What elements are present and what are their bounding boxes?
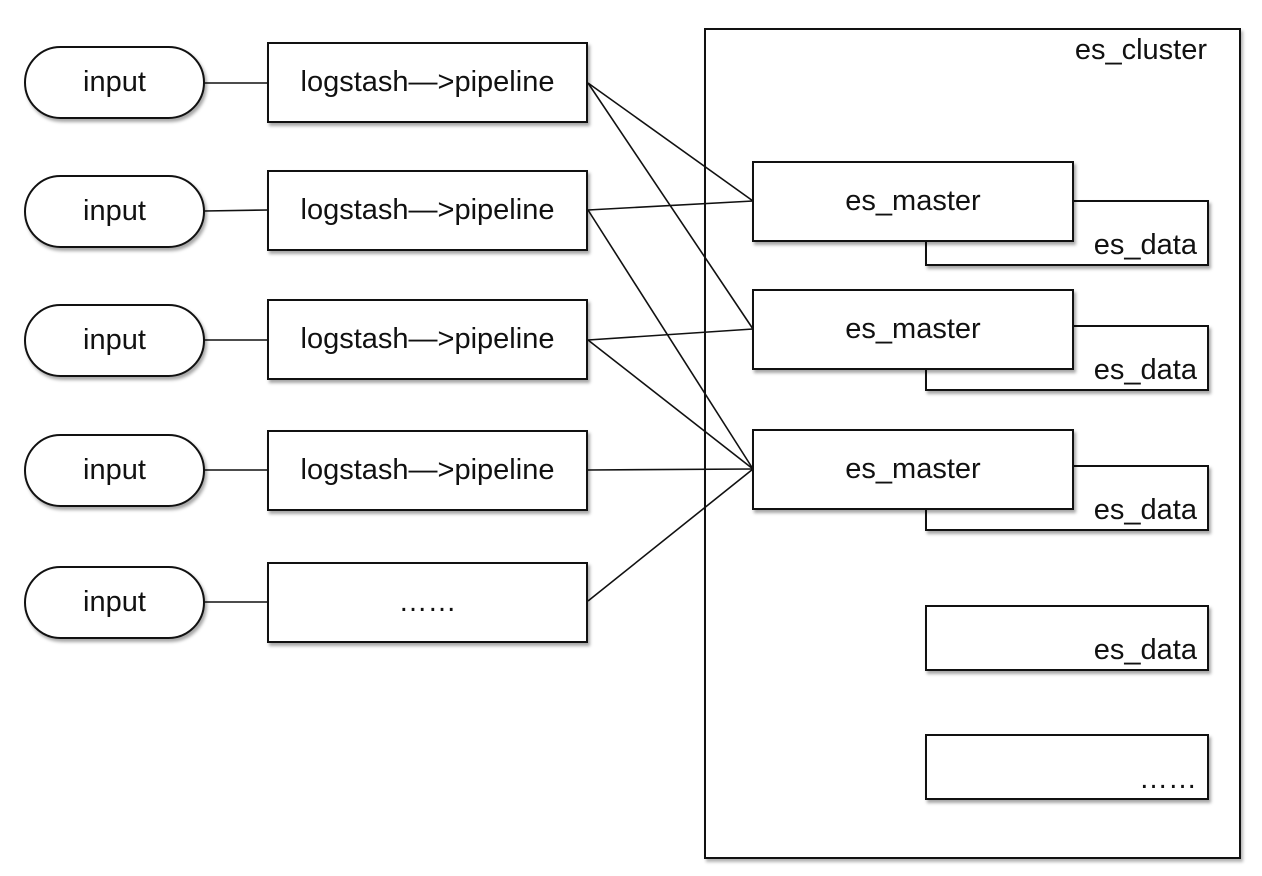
es-master-node-2[interactable]: es_master bbox=[752, 289, 1074, 370]
es-data-node-5[interactable]: …… bbox=[925, 734, 1209, 800]
es-master-node-1[interactable]: es_master bbox=[752, 161, 1074, 242]
es-master-label: es_master bbox=[845, 313, 981, 345]
es-data-label: es_data bbox=[1093, 229, 1197, 261]
pipeline-node-2[interactable]: logstash—>pipeline bbox=[267, 170, 588, 251]
input-node-5[interactable]: input bbox=[24, 566, 205, 639]
es-data-node-4[interactable]: es_data bbox=[925, 605, 1209, 671]
es-data-label: es_data bbox=[1093, 634, 1197, 666]
es-data-label: …… bbox=[1139, 763, 1197, 795]
pipeline-node-3[interactable]: logstash—>pipeline bbox=[267, 299, 588, 380]
pipeline-node-5[interactable]: …… bbox=[267, 562, 588, 643]
input-label: input bbox=[83, 66, 146, 98]
input-label: input bbox=[83, 586, 146, 618]
input-label: input bbox=[83, 324, 146, 356]
input-node-2[interactable]: input bbox=[24, 175, 205, 248]
input-node-3[interactable]: input bbox=[24, 304, 205, 377]
pipeline-node-4[interactable]: logstash—>pipeline bbox=[267, 430, 588, 511]
es-data-label: es_data bbox=[1093, 354, 1197, 386]
pipeline-label: logstash—>pipeline bbox=[300, 323, 555, 355]
input-node-4[interactable]: input bbox=[24, 434, 205, 507]
input-label: input bbox=[83, 195, 146, 227]
input-label: input bbox=[83, 454, 146, 486]
es-master-label: es_master bbox=[845, 453, 981, 485]
pipeline-label: logstash—>pipeline bbox=[300, 194, 555, 226]
es-cluster-label: es_cluster bbox=[1074, 34, 1207, 66]
pipeline-label: logstash—>pipeline bbox=[300, 66, 555, 98]
input-node-1[interactable]: input bbox=[24, 46, 205, 119]
es-master-node-3[interactable]: es_master bbox=[752, 429, 1074, 510]
pipeline-node-1[interactable]: logstash—>pipeline bbox=[267, 42, 588, 123]
es-data-label: es_data bbox=[1093, 494, 1197, 526]
edge-input-2-to-pipeline-2 bbox=[203, 209, 269, 212]
pipeline-label: …… bbox=[398, 586, 457, 618]
pipeline-label: logstash—>pipeline bbox=[300, 454, 555, 486]
es-master-label: es_master bbox=[845, 185, 981, 217]
